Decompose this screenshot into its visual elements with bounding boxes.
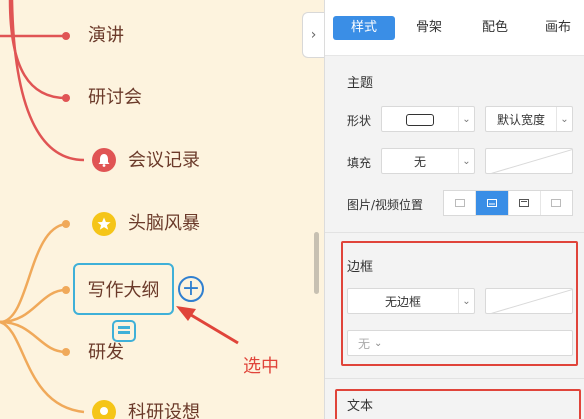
node-lecture[interactable]: 演讲 (88, 25, 124, 47)
border-section-title: 边框 (347, 260, 374, 275)
annotation-label: 选中 (243, 356, 279, 377)
node-meeting-notes[interactable]: 会议记录 (128, 150, 200, 172)
tab-skeleton[interactable]: 骨架 (401, 16, 457, 40)
border-style-select[interactable]: 无边框 ⌄ (347, 288, 475, 314)
chevron-down-icon: ⌄ (556, 107, 572, 131)
style-panel: 样式 骨架 配色 画布 主题 形状 ⌄ 默认宽度 ⌄ 填充 无 ⌄ 图片/视频位… (324, 0, 584, 419)
border-width-value: 无 (358, 336, 371, 351)
panel-tabs: 样式 骨架 配色 画布 (325, 0, 584, 56)
mindmap-canvas[interactable]: 演讲 研讨会 会议记录 头脑风暴 写作大纲 + 研发 科研设想 选中 › (0, 0, 324, 419)
media-position-label: 图片/视频位置 (347, 198, 424, 212)
section-divider (325, 232, 584, 233)
shape-select[interactable]: ⌄ (381, 106, 475, 132)
bell-icon (92, 148, 116, 172)
node-seminar[interactable]: 研讨会 (88, 87, 142, 109)
note-icon[interactable] (110, 319, 138, 343)
fill-color-swatch[interactable] (485, 148, 573, 174)
shape-preview (382, 112, 458, 126)
fill-label: 填充 (347, 156, 372, 170)
chevron-down-icon: ⌄ (458, 107, 474, 131)
node-writing-outline-selected[interactable]: 写作大纲 (73, 263, 174, 315)
media-top-icon[interactable] (476, 191, 509, 215)
theme-section-title: 主题 (347, 76, 374, 91)
add-child-icon[interactable]: + (178, 276, 204, 302)
chevron-down-icon: ⌄ (374, 337, 383, 349)
tab-style[interactable]: 样式 (333, 16, 395, 40)
border-color-swatch[interactable] (485, 288, 573, 314)
fill-select[interactable]: 无 ⌄ (381, 148, 475, 174)
node-brainstorm[interactable]: 头脑风暴 (128, 213, 200, 235)
chevron-down-icon: ⌄ (458, 149, 474, 173)
text-section-title: 文本 (347, 399, 374, 414)
width-select-value: 默认宽度 (496, 112, 545, 127)
node-research[interactable]: 研发 (88, 342, 124, 364)
section-divider (325, 378, 584, 379)
tab-canvas[interactable]: 画布 (533, 16, 583, 40)
border-width-select[interactable]: 无 ⌄ (347, 330, 573, 356)
collapse-panel-button[interactable]: › (302, 12, 324, 58)
chevron-down-icon: ⌄ (458, 289, 474, 313)
border-style-value: 无边框 (384, 294, 421, 309)
tab-colors[interactable]: 配色 (467, 16, 523, 40)
media-position-group (443, 190, 573, 216)
media-left-icon[interactable] (444, 191, 477, 215)
shape-label: 形状 (347, 114, 372, 128)
media-right-icon[interactable] (541, 191, 572, 215)
media-bottom-icon[interactable] (509, 191, 541, 215)
node-writing-outline-label: 写作大纲 (87, 280, 160, 301)
chevron-right-icon: › (310, 27, 317, 43)
bulb-icon (92, 400, 116, 419)
node-research-project[interactable]: 科研设想 (128, 402, 200, 419)
fill-select-value: 无 (413, 154, 426, 169)
canvas-scrollbar[interactable] (314, 232, 319, 294)
star-icon (92, 212, 116, 236)
width-select[interactable]: 默认宽度 ⌄ (485, 106, 573, 132)
